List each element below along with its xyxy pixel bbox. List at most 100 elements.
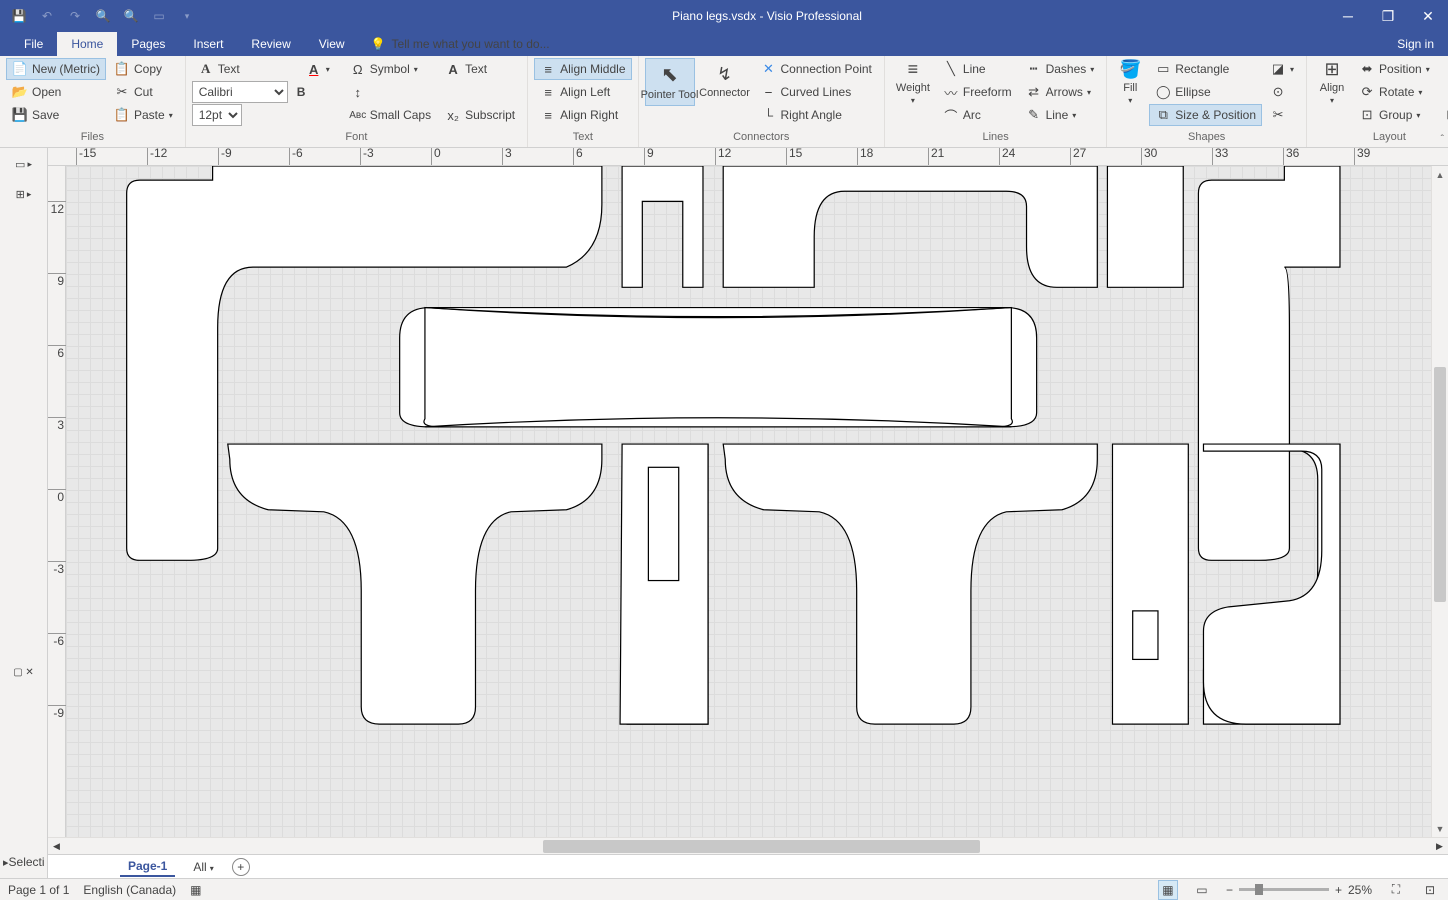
- cut-button[interactable]: ✂Cut: [108, 81, 179, 103]
- zoom-level[interactable]: 25%: [1348, 883, 1372, 897]
- paste-button[interactable]: 📋Paste ▾: [108, 104, 179, 126]
- fullscreen-button[interactable]: ⊡: [1420, 880, 1440, 900]
- close-pane-icon[interactable]: ▢ ✕: [3, 662, 44, 682]
- chevron-down-icon: ▾: [210, 864, 214, 873]
- copy-button[interactable]: 📋Copy: [108, 58, 179, 80]
- scroll-down-icon[interactable]: ▼: [1432, 820, 1448, 837]
- curved-label: Curved Lines: [781, 85, 852, 99]
- group-text-label: Text: [534, 131, 631, 147]
- redo-icon[interactable]: ↷: [64, 5, 86, 27]
- scroll-h-thumb[interactable]: [543, 840, 980, 853]
- scroll-h-track[interactable]: [65, 838, 1431, 855]
- line-style-button[interactable]: ✎Line▾: [1020, 104, 1101, 126]
- zoom-out-button[interactable]: −: [1226, 883, 1233, 897]
- zoom-out-icon[interactable]: 🔍: [120, 5, 142, 27]
- horizontal-scrollbar[interactable]: ◀ ▶: [48, 837, 1448, 854]
- bring-front-button[interactable]: ⬆: [1438, 58, 1448, 80]
- zoom-in-button[interactable]: +: [1335, 883, 1342, 897]
- scroll-left-icon[interactable]: ◀: [48, 841, 65, 852]
- connection-point-button[interactable]: ✕Connection Point: [755, 58, 878, 80]
- new-button[interactable]: 📄New (Metric): [6, 58, 106, 80]
- arc-button[interactable]: ⌒Arc: [937, 104, 1018, 126]
- pointer-icon: ⬉: [661, 62, 678, 87]
- font-color-button[interactable]: A▾: [300, 58, 336, 80]
- connector-button[interactable]: ↯Connector: [697, 58, 753, 106]
- zoom-knob[interactable]: [1255, 884, 1263, 895]
- font-size-combo[interactable]: 12pt: [192, 104, 242, 126]
- sign-in-link[interactable]: Sign in: [1383, 32, 1448, 56]
- vertical-ruler[interactable]: 129630-3-6-9: [48, 166, 66, 837]
- tab-pages[interactable]: Pages: [117, 32, 179, 56]
- stencil-pane-toggle[interactable]: ⊞▸: [3, 184, 44, 204]
- undo-icon[interactable]: ↶: [36, 5, 58, 27]
- minimize-button[interactable]: ─: [1328, 0, 1368, 32]
- tab-home[interactable]: Home: [57, 32, 117, 56]
- qat-dropdown-icon[interactable]: ▾: [176, 5, 198, 27]
- scroll-v-thumb[interactable]: [1434, 367, 1446, 602]
- small-caps-button[interactable]: AʙᴄSmall Caps: [344, 104, 437, 126]
- crop-button[interactable]: ✂: [1264, 104, 1300, 126]
- right-angle-button[interactable]: └Right Angle: [755, 104, 878, 126]
- weight-button[interactable]: ≡Weight▾: [891, 58, 935, 106]
- line-tool-button[interactable]: ╲Line: [937, 58, 1018, 80]
- rectangle-button[interactable]: ▭Rectangle: [1149, 58, 1262, 80]
- close-button[interactable]: ✕: [1408, 0, 1448, 32]
- rotate-button[interactable]: ⟳Rotate▾: [1353, 81, 1436, 103]
- line-spacing-button[interactable]: ↕: [344, 81, 437, 103]
- dashes-button[interactable]: ┅Dashes▾: [1020, 58, 1101, 80]
- add-page-button[interactable]: +: [232, 858, 250, 876]
- scroll-up-icon[interactable]: ▲: [1432, 166, 1448, 183]
- arrows-button[interactable]: ⇄Arrows▾: [1020, 81, 1101, 103]
- horizontal-ruler[interactable]: -15-12-9-6-3036912151821242730333639: [48, 148, 1448, 166]
- page-tab-all[interactable]: All▾: [185, 858, 221, 876]
- view-presentation-button[interactable]: ▭: [1192, 880, 1212, 900]
- macro-icon[interactable]: ▦: [190, 883, 201, 897]
- pointer-tool-button[interactable]: ⬉Pointer Tool: [645, 58, 695, 106]
- vertical-scrollbar[interactable]: ▲ ▼: [1431, 166, 1448, 837]
- restore-button[interactable]: ❐: [1368, 0, 1408, 32]
- text-style-button[interactable]: AText: [192, 58, 246, 80]
- page-tab-1[interactable]: Page-1: [120, 857, 175, 877]
- open-button[interactable]: 📂Open: [6, 81, 106, 103]
- tab-view[interactable]: View: [305, 32, 359, 56]
- drawing-canvas[interactable]: [66, 166, 1431, 837]
- view-normal-button[interactable]: ▦: [1158, 880, 1178, 900]
- print-icon[interactable]: ▭: [148, 5, 170, 27]
- arc-icon: ⌒: [943, 107, 959, 123]
- font-name-combo[interactable]: Calibri: [192, 81, 288, 103]
- collapse-ribbon-icon[interactable]: ˆ: [1441, 134, 1444, 145]
- zoom-slider[interactable]: [1239, 888, 1329, 891]
- autolayout-button[interactable]: ⊞: [1438, 104, 1448, 126]
- fit-window-button[interactable]: ⛶: [1386, 880, 1406, 900]
- align-left-button[interactable]: ≡Align Left: [534, 81, 631, 103]
- scroll-right-icon[interactable]: ▶: [1431, 841, 1448, 852]
- save-icon[interactable]: 💾: [8, 5, 30, 27]
- align-middle-button[interactable]: ≡Align Middle: [534, 58, 631, 80]
- save-button[interactable]: 💾Save: [6, 104, 106, 126]
- shadow-button[interactable]: ◪▾: [1264, 58, 1300, 80]
- zoom-in-icon[interactable]: 🔍: [92, 5, 114, 27]
- tab-review[interactable]: Review: [237, 32, 304, 56]
- position-button[interactable]: ⬌Position▾: [1353, 58, 1436, 80]
- status-language[interactable]: English (Canada): [83, 883, 176, 897]
- send-back-button[interactable]: ⬇: [1438, 81, 1448, 103]
- tell-me-search[interactable]: 💡Tell me what you want to do...: [359, 32, 562, 56]
- bold-button[interactable]: B: [290, 81, 313, 103]
- tab-file[interactable]: File: [10, 32, 57, 56]
- fill-button[interactable]: 🪣Fill▾: [1113, 58, 1147, 106]
- subscript-button[interactable]: x₂Subscript: [439, 104, 521, 126]
- tab-insert[interactable]: Insert: [179, 32, 237, 56]
- ellipse-button[interactable]: ◯Ellipse: [1149, 81, 1262, 103]
- shapes-pane-toggle[interactable]: ▭▸: [3, 154, 44, 174]
- symbol-button[interactable]: ΩSymbol ▾: [344, 58, 437, 80]
- align-right-button[interactable]: ≡Align Right: [534, 104, 631, 126]
- size-position-button[interactable]: ⧉Size & Position: [1149, 104, 1262, 126]
- target-button[interactable]: ⊙: [1264, 81, 1300, 103]
- align-big-button[interactable]: ⊞Align▾: [1313, 58, 1351, 106]
- text-tool-button[interactable]: AText: [439, 58, 521, 80]
- curved-lines-button[interactable]: ⎯Curved Lines: [755, 81, 878, 103]
- freeform-button[interactable]: 〰Freeform: [937, 81, 1018, 103]
- selection-pane-toggle[interactable]: ▸ Selecti: [3, 852, 44, 872]
- status-bar: Page 1 of 1 English (Canada) ▦ ▦ ▭ − + 2…: [0, 878, 1448, 900]
- group-button[interactable]: ⊡Group▾: [1353, 104, 1436, 126]
